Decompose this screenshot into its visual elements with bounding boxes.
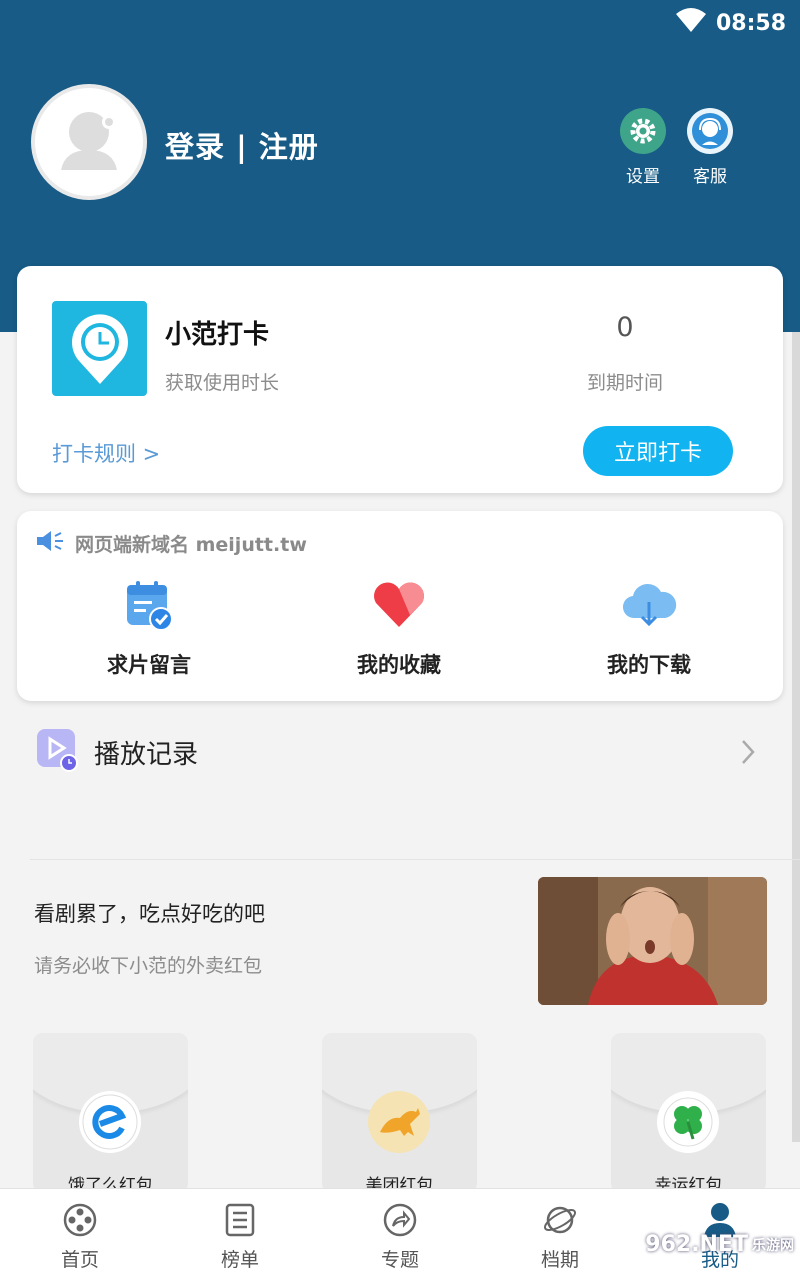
status-bar: 08:58 [675,8,786,38]
wifi-icon [675,8,706,38]
headset-icon [687,108,733,154]
play-history-row[interactable]: 播放记录 [36,728,764,776]
favorites-label: 我的收藏 [357,653,441,677]
play-history-icon [36,728,78,776]
meituan-red-packet[interactable]: 美团红包 [322,1033,477,1193]
avatar[interactable] [31,84,147,200]
promo-image[interactable] [538,877,767,1005]
status-time: 08:58 [715,10,786,36]
clover-logo-icon [657,1091,719,1153]
downloads-label: 我的下载 [607,653,691,677]
quick-actions-card: 网页端新域名 meijutt.tw 求片留言 我的收藏 我的下载 [17,511,783,701]
eleme-red-packet[interactable]: 饿了么红包 [33,1033,188,1193]
promo-title: 看剧累了，吃点好吃的吧 [34,902,265,926]
expiry-label: 到期时间 [586,372,663,394]
chevron-right-icon [740,738,756,770]
share-arrow-icon [381,1201,419,1239]
downloads-button[interactable]: 我的下载 [549,577,749,679]
section-divider [30,859,800,860]
watermark-sub: 乐游网 [752,1237,794,1254]
list-icon [221,1201,259,1239]
tab-schedule-label: 档期 [540,1249,579,1271]
kangaroo-logo-icon [368,1091,430,1153]
speaker-icon [35,529,65,558]
settings-label: 设置 [626,167,660,187]
planet-icon [541,1201,579,1239]
settings-button[interactable]: 设置 [608,108,678,187]
checkin-subtitle: 获取使用时长 [165,372,280,394]
lucky-red-packet[interactable]: 幸运红包 [611,1033,766,1193]
tab-schedule[interactable]: 档期 [500,1201,620,1272]
request-message-button[interactable]: 求片留言 [49,577,249,679]
checkin-rules-link[interactable]: 打卡规则 > [52,438,160,468]
tab-ranking[interactable]: 榜单 [180,1201,300,1272]
scrollbar[interactable] [792,332,800,1142]
clock-pin-icon [52,301,147,396]
notice-text: 网页端新域名 meijutt.tw [75,534,307,556]
promo-subtitle: 请务必收下小范的外卖红包 [34,955,263,977]
tab-home[interactable]: 首页 [20,1201,140,1272]
watermark-text: 962.NET [645,1232,748,1257]
favorites-button[interactable]: 我的收藏 [299,577,499,679]
play-history-label: 播放记录 [94,739,199,770]
calendar-check-icon [119,577,179,633]
film-reel-icon [61,1201,99,1239]
heart-icon [369,577,429,633]
tab-home-label: 首页 [60,1249,99,1271]
default-avatar-icon [61,112,117,170]
checkin-card: 小范打卡 获取使用时长 0 到期时间 打卡规则 > 立即打卡 [17,266,783,493]
checkin-title: 小范打卡 [165,320,270,350]
cloud-download-icon [619,577,679,633]
gear-icon [620,108,666,154]
expiry-count: 0 [616,312,634,343]
tab-topics-label: 专题 [380,1249,419,1271]
site-watermark: 962.NET 乐游网 [645,1232,794,1257]
customer-service-button[interactable]: 客服 [675,108,745,187]
tab-ranking-label: 榜单 [220,1249,259,1271]
eleme-logo-icon [79,1091,141,1153]
domain-notice: 网页端新域名 meijutt.tw [35,529,307,558]
support-label: 客服 [693,167,727,187]
login-register-link[interactable]: 登录 | 注册 [165,124,319,166]
checkin-button[interactable]: 立即打卡 [583,426,733,476]
tab-topics[interactable]: 专题 [340,1201,460,1272]
request-message-label: 求片留言 [107,653,191,677]
